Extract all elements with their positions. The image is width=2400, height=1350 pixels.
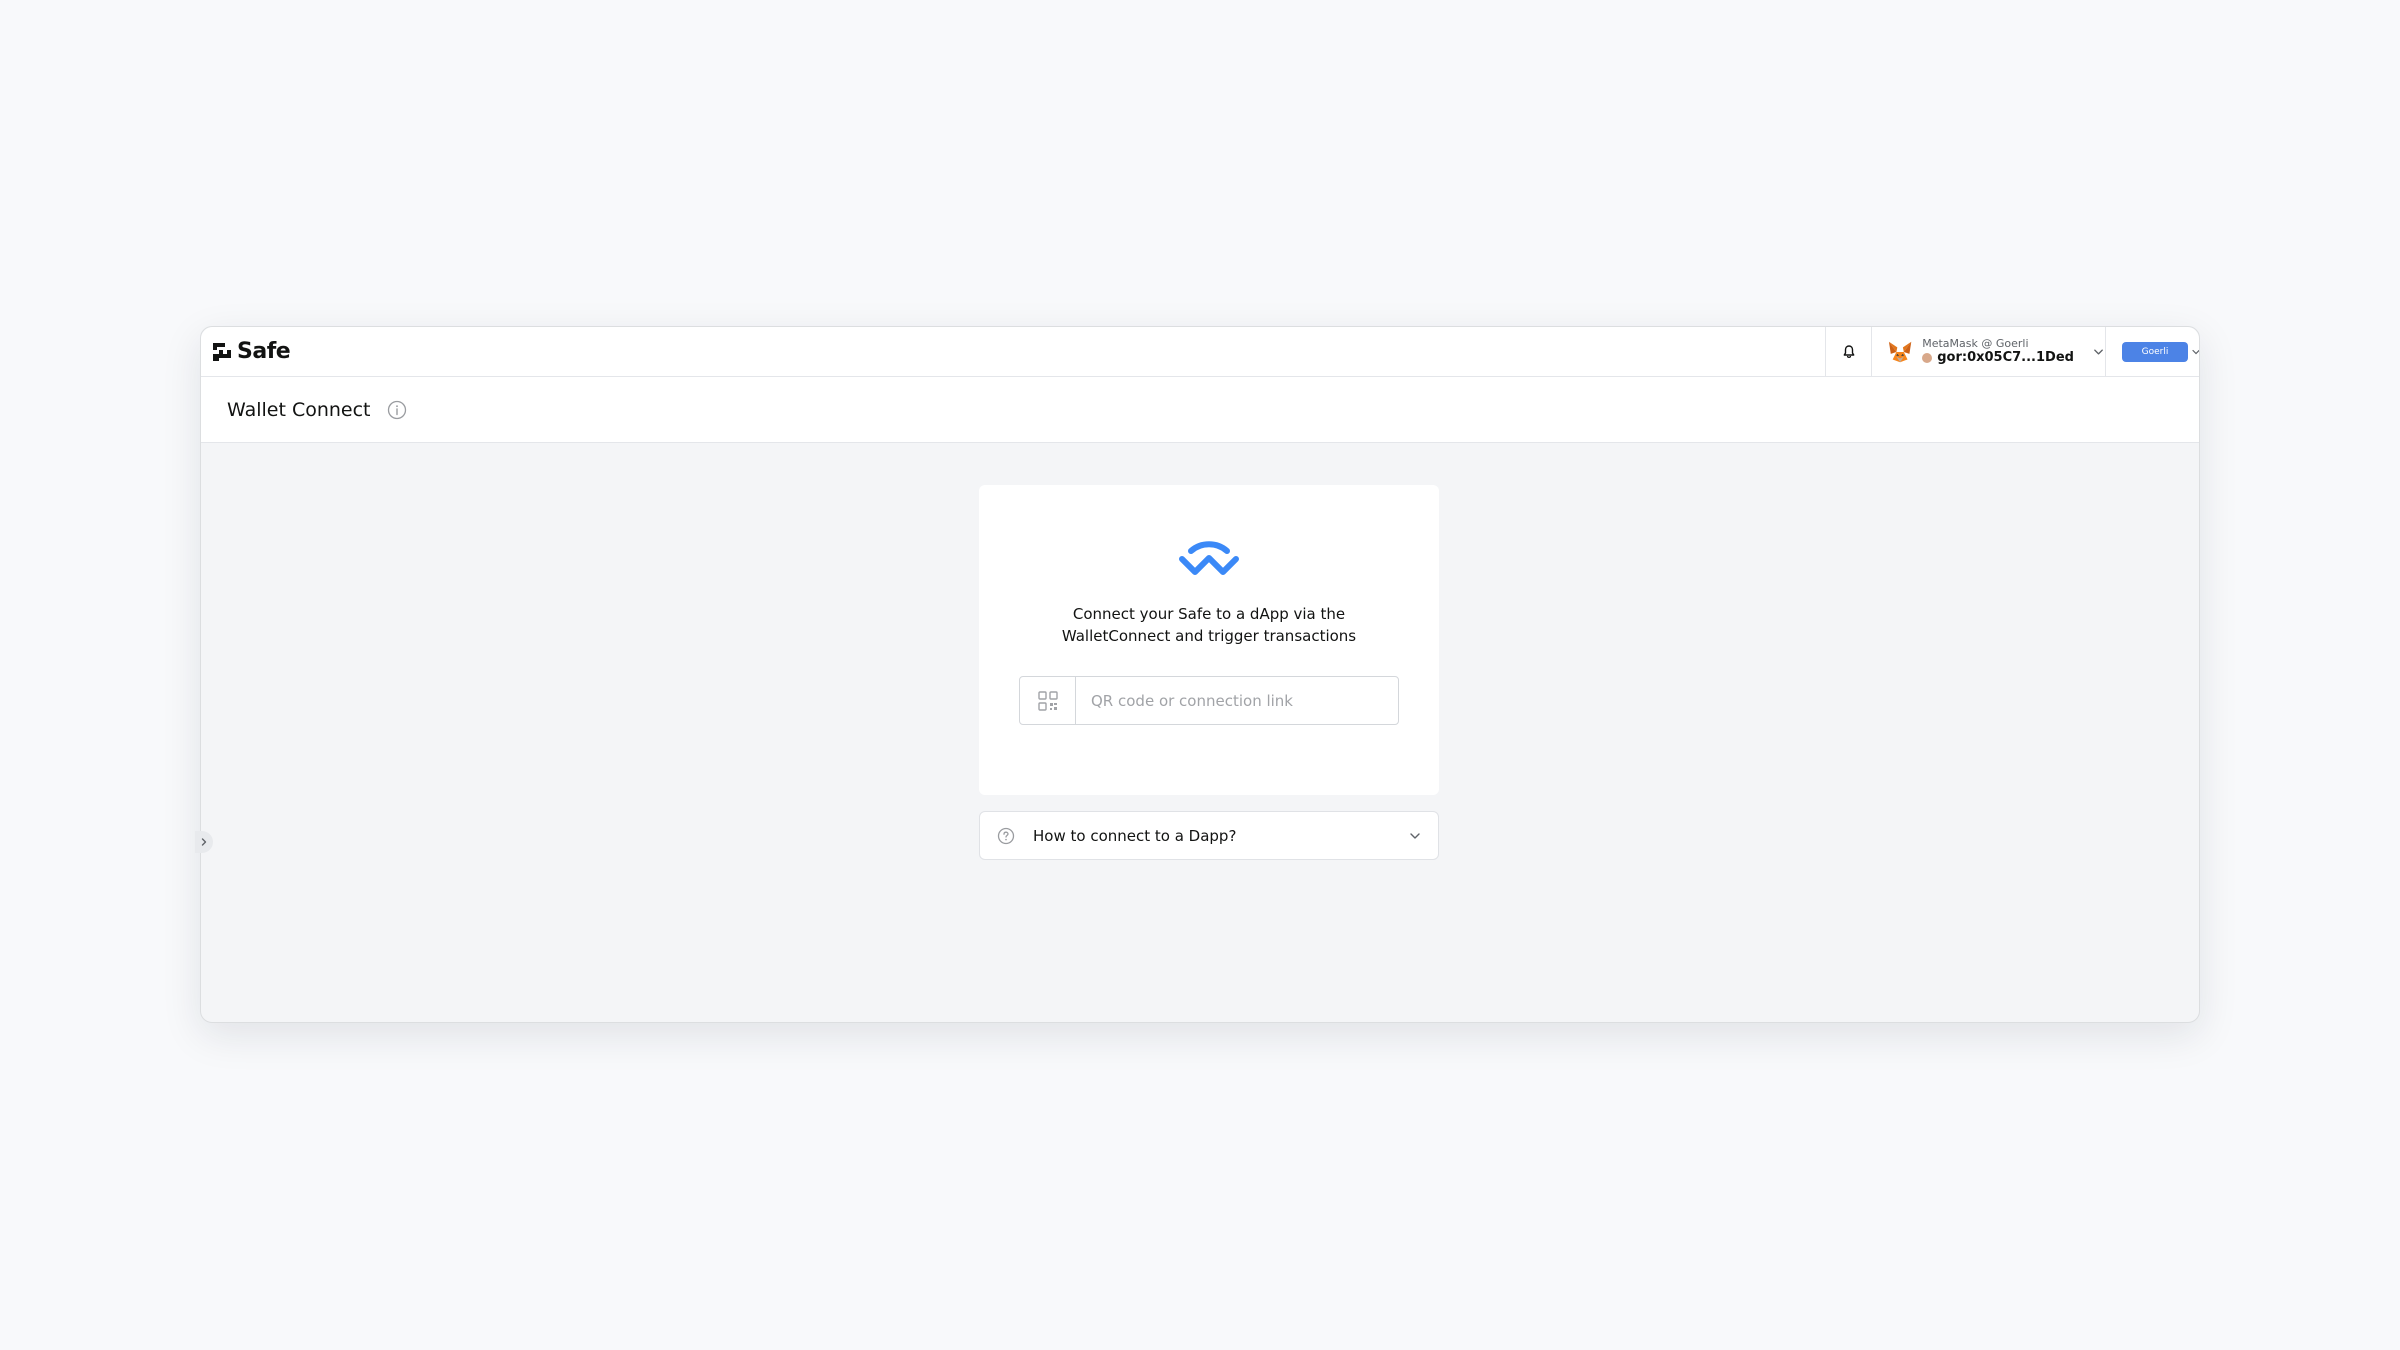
wallet-address-row: gor:0x05C7...1Ded	[1922, 350, 2074, 366]
wallet-name: MetaMask @ Goerli	[1922, 337, 2029, 351]
network-chevron-down-icon	[2192, 349, 2199, 354]
notifications-button[interactable]	[1825, 327, 1871, 377]
walletconnect-card: Connect your Safe to a dApp via the Wall…	[979, 485, 1439, 795]
metamask-fox-icon	[1888, 341, 1912, 362]
app-window: Safe MetaMask @ Goerli gor:0x05C7...1Ded…	[195, 326, 2200, 1023]
walletconnect-logo-icon	[1179, 541, 1239, 575]
page-header: Wallet Connect	[201, 377, 2199, 443]
app-window-content: Safe MetaMask @ Goerli gor:0x05C7...1Ded…	[201, 327, 2199, 1022]
safe-logo[interactable]: Safe	[211, 327, 291, 377]
chevron-down-icon	[2094, 348, 2103, 355]
connection-link-input[interactable]	[1076, 677, 1398, 724]
wallet-info: MetaMask @ Goerli gor:0x05C7...1Ded	[1922, 337, 2074, 366]
wallet-account-button[interactable]: MetaMask @ Goerli gor:0x05C7...1Ded	[1871, 327, 2105, 377]
safe-logo-icon	[213, 342, 231, 361]
qr-code-icon	[1037, 690, 1058, 711]
logo-text: Safe	[237, 339, 291, 364]
network-badge: Goerli	[2122, 341, 2188, 362]
connect-description: Connect your Safe to a dApp via the Wall…	[1061, 605, 1357, 645]
bell-icon	[1843, 344, 1854, 358]
qr-scan-button[interactable]	[1020, 677, 1076, 724]
chevron-right-icon	[201, 838, 207, 846]
address-identicon	[1922, 353, 1933, 364]
question-circle-icon	[997, 827, 1015, 844]
top-header: Safe MetaMask @ Goerli gor:0x05C7...1Ded…	[201, 327, 2199, 377]
wallet-address: gor:0x05C7...1Ded	[1937, 350, 2074, 366]
how-to-connect-accordion[interactable]: How to connect to a Dapp?	[979, 811, 1439, 860]
chevron-down-icon	[1410, 832, 1420, 839]
page-title: Wallet Connect	[227, 398, 371, 421]
connection-input-group	[1019, 676, 1399, 725]
network-selector[interactable]: Goerli	[2105, 327, 2199, 377]
accordion-label: How to connect to a Dapp?	[1033, 826, 1237, 845]
info-icon[interactable]	[387, 400, 407, 420]
